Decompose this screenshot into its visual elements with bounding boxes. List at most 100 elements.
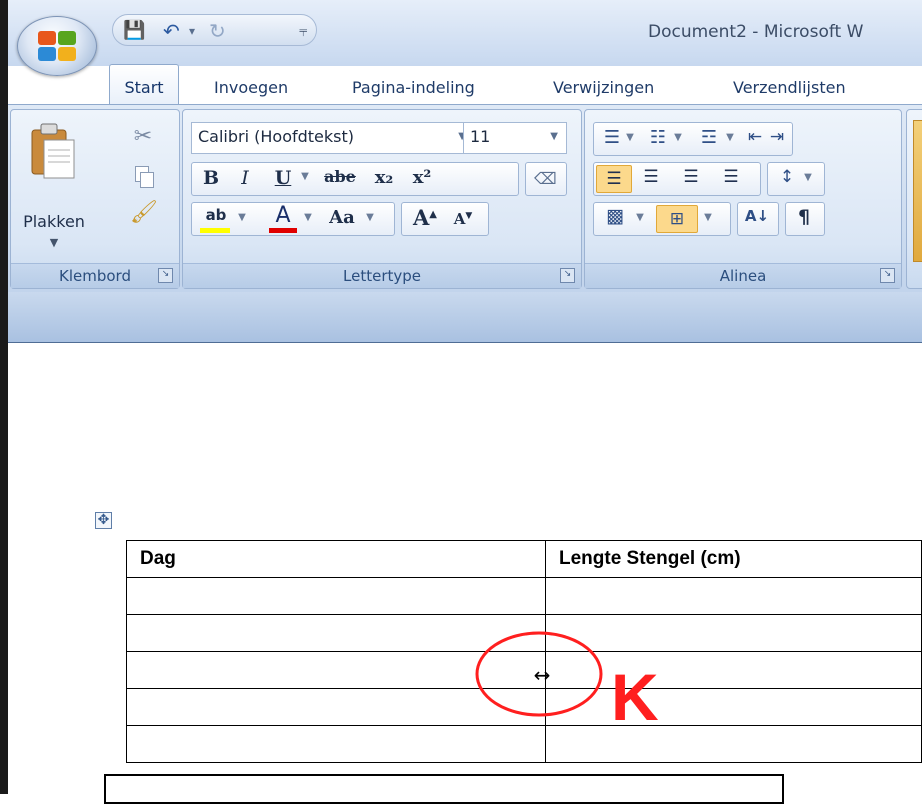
undo-icon[interactable]: ↶ (163, 19, 180, 43)
align-center-icon[interactable]: ☰ (638, 167, 664, 187)
redo-icon[interactable]: ↻ (209, 19, 226, 43)
decrease-indent-icon[interactable]: ⇤ (744, 127, 766, 147)
window-title: Document2 - Microsoft W (648, 22, 864, 42)
chevron-down-icon[interactable]: ▼ (236, 212, 248, 223)
highlight-button[interactable]: ab (198, 206, 234, 233)
table-cell[interactable] (126, 725, 546, 763)
font-color-label: A (275, 203, 291, 228)
chevron-down-icon[interactable]: ▼ (672, 132, 684, 143)
group-lettertype: Calibri (Hoofdtekst) ▼ 11 ▼ B I U ▼ abe … (182, 109, 582, 289)
align-left-icon[interactable]: ☰ (596, 165, 632, 193)
save-icon[interactable]: 💾 (123, 19, 145, 43)
tab-verwijzingen[interactable]: Verwijzingen (553, 72, 654, 104)
chevron-down-icon[interactable]: ▼ (298, 171, 312, 182)
styles-gallery-edge (913, 120, 922, 262)
color-buttons-row: ab ▼ A ▼ Aa ▼ (191, 202, 395, 236)
borders-icon[interactable]: ⊞ (656, 205, 698, 233)
clipboard-icon (31, 123, 75, 179)
grow-font-button[interactable]: A▲ (408, 205, 442, 230)
numbering-icon[interactable]: ☷ (646, 127, 670, 148)
pilcrow-icon: ¶ (797, 206, 811, 228)
chevron-down-icon[interactable]: ▼ (302, 212, 314, 223)
chevron-down-icon[interactable]: ▼ (634, 212, 646, 223)
shading-icon[interactable]: ▩ (600, 205, 630, 227)
group-label-lettertype: Lettertype (183, 263, 581, 288)
quick-access-toolbar: 💾 ↶ ▾ ↻ ⫧ (112, 14, 317, 46)
group-klembord: Plakken ▼ ✂ 🖌 Klembord ↘ (10, 109, 180, 289)
dialog-launcher-icon[interactable]: ↘ (560, 268, 575, 283)
chevron-down-icon: ▼ (49, 236, 59, 249)
font-size-buttons: A▲ A▼ (401, 202, 489, 236)
table-cell[interactable] (126, 577, 546, 615)
table-header-row: Dag Lengte Stengel (cm) (126, 540, 922, 578)
chevron-down-icon[interactable]: ▼ (550, 123, 558, 151)
font-name-field[interactable]: Calibri (Hoofdtekst) ▼ (191, 122, 475, 154)
justify-icon[interactable]: ☰ (718, 167, 744, 187)
overlay-box (104, 774, 784, 804)
chevron-down-icon[interactable]: ▼ (702, 212, 714, 223)
office-button[interactable] (17, 16, 97, 76)
table-row (126, 577, 922, 615)
format-painter-icon[interactable]: 🖌 (129, 200, 159, 230)
cut-icon[interactable]: ✂ (129, 124, 157, 152)
table-move-handle-icon[interactable]: ✥ (95, 512, 112, 529)
tab-verzendlijsten[interactable]: Verzendlijsten (733, 72, 846, 104)
shading-border-row: ▩ ▼ ⊞ ▼ (593, 202, 731, 236)
group-styles-partial (906, 109, 922, 289)
paste-label: Plakken (23, 212, 85, 231)
highlight-color-bar (200, 228, 230, 233)
table-row (126, 725, 922, 763)
chevron-down-icon[interactable]: ▼ (724, 132, 736, 143)
sort-icon: A↓ (744, 207, 770, 225)
line-spacing-icon: ↕ (779, 167, 795, 187)
italic-button[interactable]: I (232, 167, 258, 189)
table-cell[interactable] (544, 725, 922, 763)
font-name-value: Calibri (Hoofdtekst) (198, 127, 355, 146)
copy-icon[interactable] (131, 164, 157, 190)
multilevel-list-icon[interactable]: ☲ (694, 127, 724, 148)
font-color-button[interactable]: A (266, 203, 300, 233)
increase-indent-icon[interactable]: ⇥ (766, 127, 788, 147)
sort-button[interactable]: A↓ (737, 202, 779, 236)
group-alinea: ☰ ▼ ☷ ▼ ☲ ▼ ⇤ ⇥ ☰ ☰ ☰ ☰ ↕ ▼ ▩ ▼ ⊞ ▼ A↓ ¶… (584, 109, 902, 289)
superscript-button[interactable]: x² (406, 167, 438, 188)
chevron-down-icon[interactable]: ▼ (624, 132, 636, 143)
dialog-launcher-icon[interactable]: ↘ (158, 268, 173, 283)
align-right-icon[interactable]: ☰ (678, 167, 704, 187)
ribbon: Plakken ▼ ✂ 🖌 Klembord ↘ Calibri (Hoofdt… (8, 104, 922, 292)
shrink-font-button[interactable]: A▼ (448, 210, 478, 228)
table-cell[interactable] (544, 577, 922, 615)
grow-font-label: A (413, 205, 430, 230)
change-case-button[interactable]: Aa (322, 207, 362, 228)
chevron-down-icon[interactable]: ▾ (189, 19, 195, 43)
alignment-buttons-row: ☰ ☰ ☰ ☰ (593, 162, 761, 196)
annotation-label: K (611, 660, 659, 734)
font-size-field[interactable]: 11 ▼ (463, 122, 567, 154)
bullets-icon[interactable]: ☰ (600, 127, 624, 148)
list-buttons-row: ☰ ▼ ☷ ▼ ☲ ▼ ⇤ ⇥ (593, 122, 793, 156)
strikethrough-button[interactable]: abe (320, 167, 360, 186)
chevron-down-icon: ▼ (804, 172, 812, 183)
highlight-label: ab (205, 206, 227, 224)
group-label-alinea: Alinea (585, 263, 901, 288)
show-formatting-button[interactable]: ¶ (785, 202, 825, 236)
font-size-value: 11 (470, 127, 491, 146)
customize-toolbar-icon[interactable]: ⫧ (299, 19, 307, 43)
group-label-klembord: Klembord (11, 263, 179, 288)
tab-start[interactable]: Start (109, 64, 179, 104)
subscript-button[interactable]: x₂ (368, 167, 400, 188)
header-cell-lengte[interactable]: Lengte Stengel (cm) (544, 540, 922, 578)
line-spacing-button[interactable]: ↕ ▼ (767, 162, 825, 196)
clear-formatting-button[interactable]: ⌫ (525, 162, 567, 196)
underline-button[interactable]: U (270, 167, 296, 189)
dialog-launcher-icon[interactable]: ↘ (880, 268, 895, 283)
tab-invoegen[interactable]: Invoegen (214, 72, 288, 104)
chevron-down-icon[interactable]: ▼ (364, 212, 376, 223)
paste-button[interactable]: Plakken ▼ (15, 118, 93, 258)
eraser-icon: ⌫ (534, 169, 557, 188)
document-background (8, 292, 922, 342)
header-cell-dag[interactable]: Dag (126, 540, 546, 578)
bold-button[interactable]: B (198, 167, 224, 189)
font-color-bar (269, 228, 297, 233)
tab-pagina-indeling[interactable]: Pagina-indeling (352, 72, 475, 104)
